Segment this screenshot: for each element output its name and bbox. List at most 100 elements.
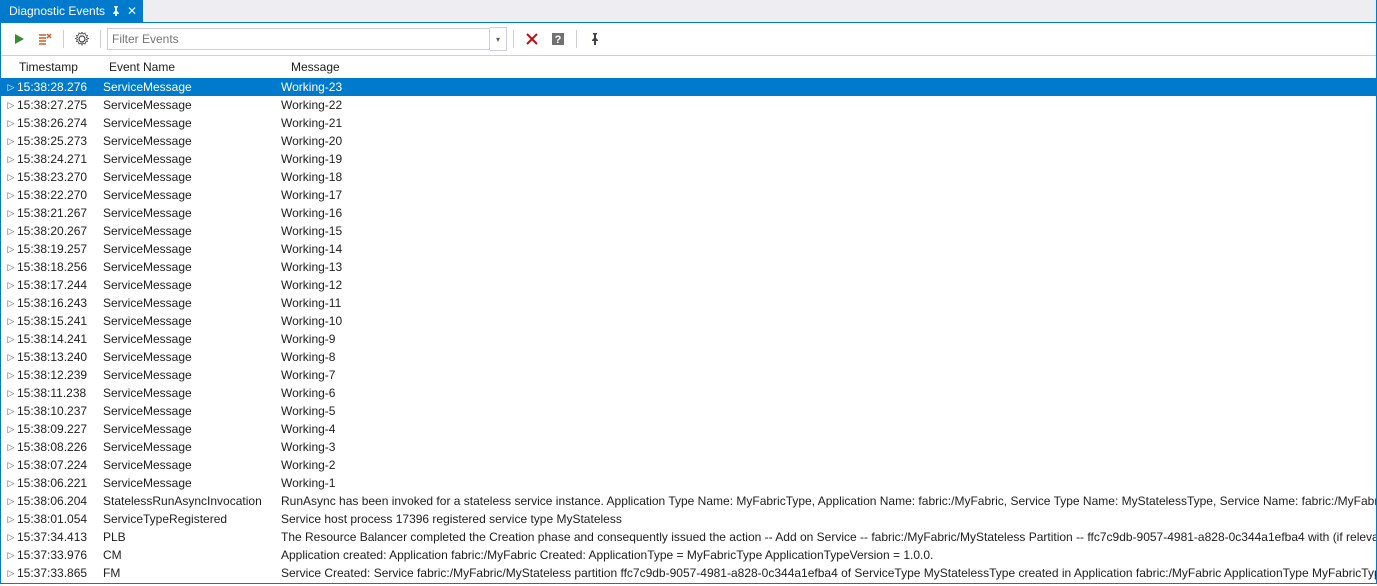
event-timestamp: 15:37:34.413 [17, 530, 103, 544]
event-row[interactable]: ▷15:38:28.276ServiceMessageWorking-23 [1, 78, 1376, 96]
expand-row-icon[interactable]: ▷ [5, 280, 17, 291]
event-row[interactable]: ▷15:38:15.241ServiceMessageWorking-10 [1, 312, 1376, 330]
filter-events-input[interactable] [107, 28, 490, 50]
event-timestamp: 15:38:11.238 [17, 386, 103, 400]
event-row[interactable]: ▷15:38:12.239ServiceMessageWorking-7 [1, 366, 1376, 384]
event-row[interactable]: ▷15:38:01.054ServiceTypeRegisteredServic… [1, 510, 1376, 528]
event-message: Working-10 [281, 314, 1376, 328]
event-name: ServiceMessage [103, 80, 281, 94]
event-name: StatelessRunAsyncInvocation [103, 494, 281, 508]
clear-filter-button[interactable] [520, 27, 544, 51]
expand-row-icon[interactable]: ▷ [5, 154, 17, 165]
expand-row-icon[interactable]: ▷ [5, 424, 17, 435]
event-list[interactable]: ▷15:38:28.276ServiceMessageWorking-23▷15… [1, 78, 1376, 583]
event-timestamp: 15:38:12.239 [17, 368, 103, 382]
toolbar: ▾ ? [1, 23, 1376, 56]
event-row[interactable]: ▷15:37:34.413PLBThe Resource Balancer co… [1, 528, 1376, 546]
expand-row-icon[interactable]: ▷ [5, 568, 17, 579]
event-timestamp: 15:38:14.241 [17, 332, 103, 346]
expand-row-icon[interactable]: ▷ [5, 100, 17, 111]
toolbar-separator [100, 30, 101, 48]
expand-row-icon[interactable]: ▷ [5, 442, 17, 453]
event-row[interactable]: ▷15:38:09.227ServiceMessageWorking-4 [1, 420, 1376, 438]
event-timestamp: 15:38:15.241 [17, 314, 103, 328]
event-row[interactable]: ▷15:38:24.271ServiceMessageWorking-19 [1, 150, 1376, 168]
event-row[interactable]: ▷15:38:11.238ServiceMessageWorking-6 [1, 384, 1376, 402]
event-row[interactable]: ▷15:38:19.257ServiceMessageWorking-14 [1, 240, 1376, 258]
event-row[interactable]: ▷15:38:18.256ServiceMessageWorking-13 [1, 258, 1376, 276]
event-name: ServiceMessage [103, 98, 281, 112]
expand-row-icon[interactable]: ▷ [5, 208, 17, 219]
toolbar-separator [576, 30, 577, 48]
expand-row-icon[interactable]: ▷ [5, 190, 17, 201]
chevron-down-icon: ▾ [496, 35, 500, 44]
expand-row-icon[interactable]: ▷ [5, 82, 17, 93]
event-timestamp: 15:38:19.257 [17, 242, 103, 256]
expand-row-icon[interactable]: ▷ [5, 388, 17, 399]
expand-row-icon[interactable]: ▷ [5, 316, 17, 327]
settings-button[interactable] [70, 27, 94, 51]
event-timestamp: 15:38:08.226 [17, 440, 103, 454]
event-row[interactable]: ▷15:38:23.270ServiceMessageWorking-18 [1, 168, 1376, 186]
pin-toolbar-button[interactable] [583, 27, 607, 51]
event-row[interactable]: ▷15:38:06.221ServiceMessageWorking-1 [1, 474, 1376, 492]
play-button[interactable] [7, 27, 31, 51]
clear-events-button[interactable] [33, 27, 57, 51]
column-header-timestamp[interactable]: Timestamp [17, 60, 107, 74]
event-timestamp: 15:38:25.273 [17, 134, 103, 148]
event-message: Working-3 [281, 440, 1376, 454]
event-timestamp: 15:38:24.271 [17, 152, 103, 166]
expand-row-icon[interactable]: ▷ [5, 478, 17, 489]
event-row[interactable]: ▷15:37:33.865FMService Created: Service … [1, 564, 1376, 582]
event-row[interactable]: ▷15:38:13.240ServiceMessageWorking-8 [1, 348, 1376, 366]
expand-row-icon[interactable]: ▷ [5, 550, 17, 561]
expand-row-icon[interactable]: ▷ [5, 532, 17, 543]
pin-tab-icon[interactable] [111, 6, 121, 16]
expand-row-icon[interactable]: ▷ [5, 352, 17, 363]
pin-icon [589, 33, 601, 45]
expand-row-icon[interactable]: ▷ [5, 262, 17, 273]
expand-row-icon[interactable]: ▷ [5, 406, 17, 417]
tab-diagnostic-events[interactable]: Diagnostic Events ✕ [1, 0, 143, 22]
expand-row-icon[interactable]: ▷ [5, 172, 17, 183]
expand-row-icon[interactable]: ▷ [5, 118, 17, 129]
column-header-event-name[interactable]: Event Name [107, 60, 289, 74]
expand-row-icon[interactable]: ▷ [5, 496, 17, 507]
event-message: Working-17 [281, 188, 1376, 202]
event-message: Working-12 [281, 278, 1376, 292]
expand-row-icon[interactable]: ▷ [5, 226, 17, 237]
expand-row-icon[interactable]: ▷ [5, 370, 17, 381]
event-name: ServiceMessage [103, 206, 281, 220]
event-row[interactable]: ▷15:38:27.275ServiceMessageWorking-22 [1, 96, 1376, 114]
event-row[interactable]: ▷15:38:07.224ServiceMessageWorking-2 [1, 456, 1376, 474]
event-row[interactable]: ▷15:38:25.273ServiceMessageWorking-20 [1, 132, 1376, 150]
event-name: ServiceMessage [103, 422, 281, 436]
event-row[interactable]: ▷15:38:21.267ServiceMessageWorking-16 [1, 204, 1376, 222]
event-timestamp: 15:38:17.244 [17, 278, 103, 292]
event-row[interactable]: ▷15:38:16.243ServiceMessageWorking-11 [1, 294, 1376, 312]
filter-dropdown-button[interactable]: ▾ [490, 27, 507, 51]
event-row[interactable]: ▷15:38:06.204StatelessRunAsyncInvocation… [1, 492, 1376, 510]
event-row[interactable]: ▷15:38:10.237ServiceMessageWorking-5 [1, 402, 1376, 420]
expand-row-icon[interactable]: ▷ [5, 460, 17, 471]
event-name: ServiceMessage [103, 242, 281, 256]
expand-row-icon[interactable]: ▷ [5, 298, 17, 309]
event-message: Working-13 [281, 260, 1376, 274]
close-tab-icon[interactable]: ✕ [127, 5, 137, 17]
event-timestamp: 15:38:06.204 [17, 494, 103, 508]
play-icon [13, 33, 25, 45]
expand-row-icon[interactable]: ▷ [5, 136, 17, 147]
expand-row-icon[interactable]: ▷ [5, 514, 17, 525]
expand-row-icon[interactable]: ▷ [5, 334, 17, 345]
event-row[interactable]: ▷15:38:26.274ServiceMessageWorking-21 [1, 114, 1376, 132]
event-row[interactable]: ▷15:38:08.226ServiceMessageWorking-3 [1, 438, 1376, 456]
event-row[interactable]: ▷15:38:22.270ServiceMessageWorking-17 [1, 186, 1376, 204]
event-row[interactable]: ▷15:38:20.267ServiceMessageWorking-15 [1, 222, 1376, 240]
event-row[interactable]: ▷15:37:33.976CMApplication created: Appl… [1, 546, 1376, 564]
event-timestamp: 15:38:16.243 [17, 296, 103, 310]
expand-row-icon[interactable]: ▷ [5, 244, 17, 255]
event-row[interactable]: ▷15:38:14.241ServiceMessageWorking-9 [1, 330, 1376, 348]
help-button[interactable]: ? [546, 27, 570, 51]
column-header-message[interactable]: Message [289, 60, 1376, 74]
event-row[interactable]: ▷15:38:17.244ServiceMessageWorking-12 [1, 276, 1376, 294]
